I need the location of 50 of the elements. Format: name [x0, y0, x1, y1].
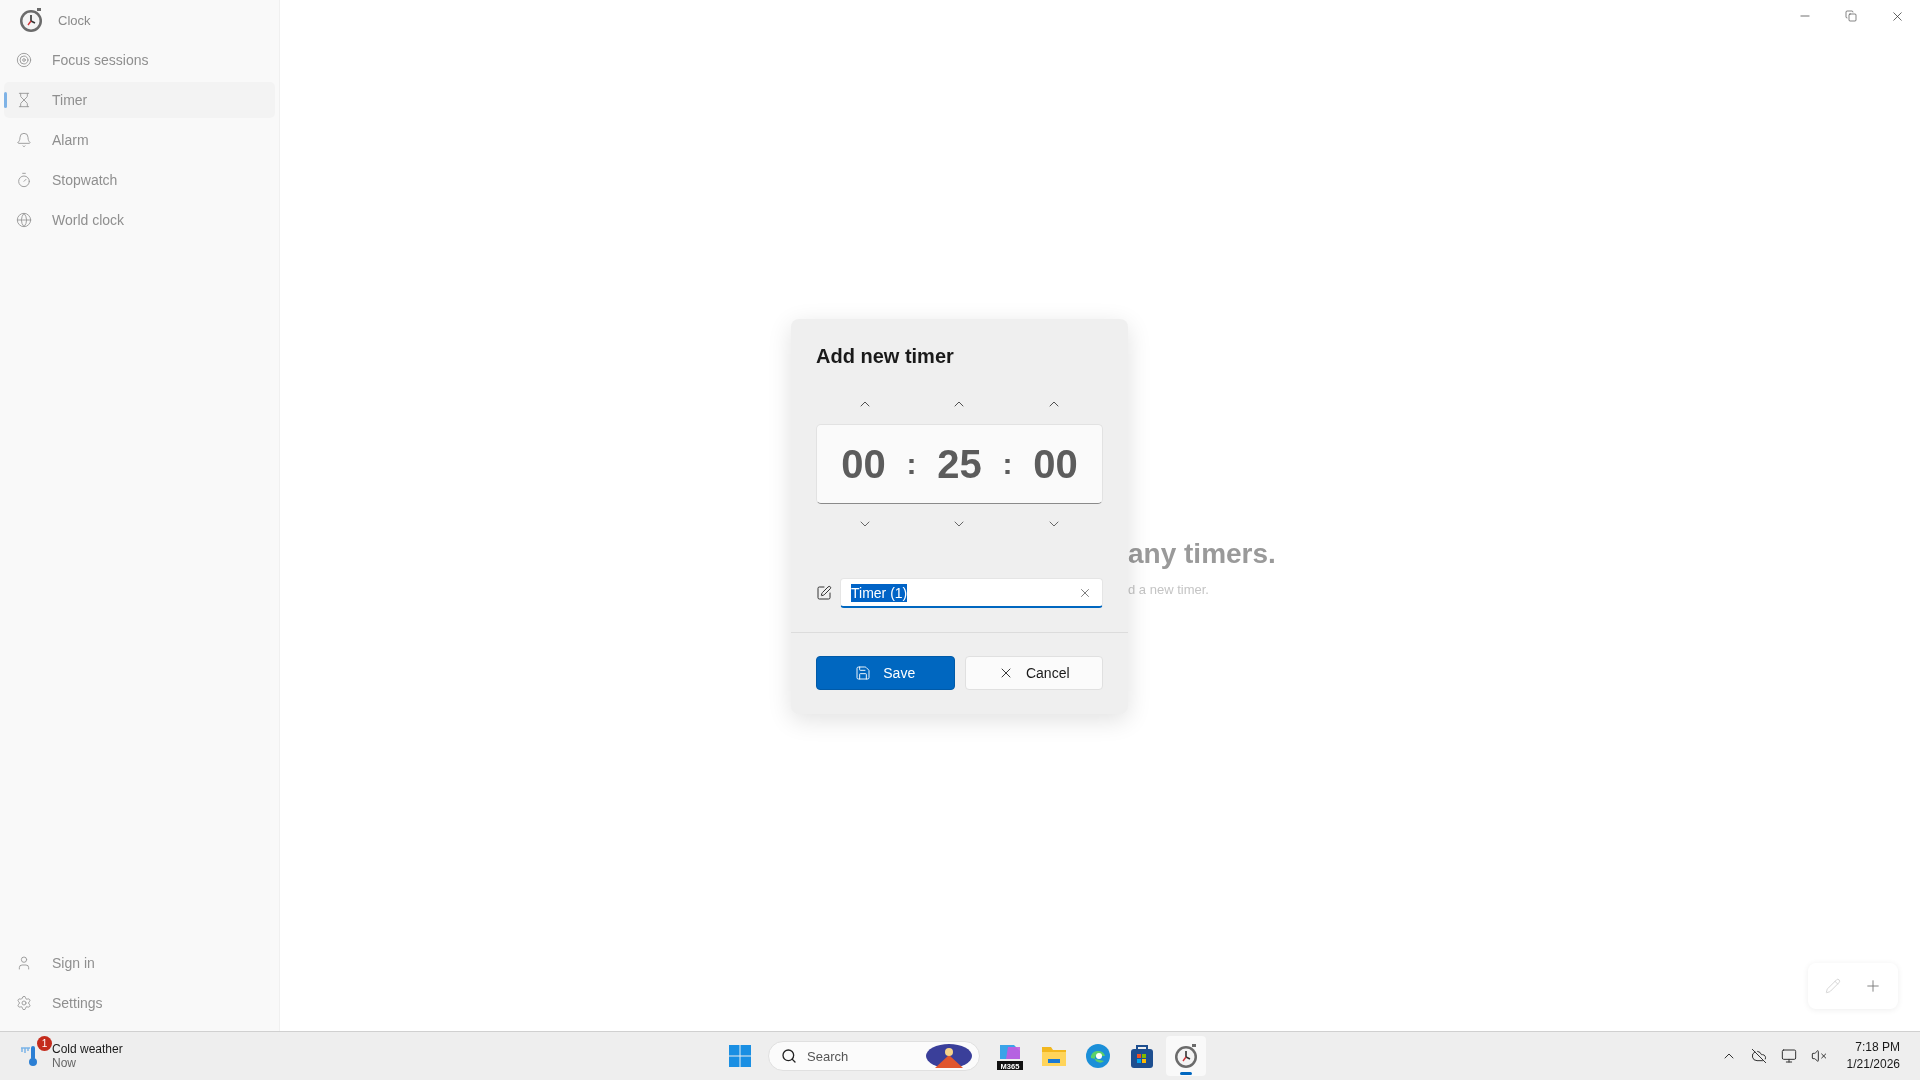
time-picker[interactable]: 00 : 25 : 00	[816, 424, 1103, 504]
nav-item[interactable]: Stopwatch	[4, 162, 275, 198]
browser-icon	[1085, 1043, 1111, 1069]
plus-icon	[1864, 977, 1882, 995]
pencil-icon	[1825, 978, 1841, 994]
bell-icon	[16, 132, 32, 148]
taskbar-date: 1/21/2026	[1846, 1056, 1900, 1073]
search-label: Search	[807, 1048, 849, 1064]
nav-item[interactable]: Alarm	[4, 122, 275, 158]
app-logo-icon	[18, 7, 44, 33]
nav-item[interactable]: Focus sessions	[4, 42, 275, 78]
cloud-off-icon[interactable]	[1750, 1048, 1767, 1064]
focus-icon	[16, 52, 32, 68]
weather-title: Cold weather	[52, 1042, 123, 1056]
dialog-title: Add new timer	[816, 345, 955, 368]
restore-icon	[1845, 10, 1857, 22]
clock-app-icon	[1173, 1043, 1199, 1069]
nav-item[interactable]: Timer	[4, 82, 275, 118]
speaker-muted-icon[interactable]	[1810, 1048, 1827, 1064]
edit-icon	[816, 585, 832, 601]
app-title: Clock	[58, 12, 91, 28]
store-icon	[1129, 1043, 1155, 1069]
folder-icon	[1041, 1045, 1067, 1067]
search-button[interactable]: Search	[768, 1041, 980, 1071]
stopwatch-icon	[16, 172, 32, 188]
cancel-button[interactable]: Cancel	[964, 656, 1103, 690]
timer-name-field[interactable]: Timer (1)	[840, 578, 1103, 608]
monitor-icon[interactable]	[1780, 1048, 1797, 1064]
taskbar-app-button[interactable]	[1166, 1036, 1206, 1076]
hourglass-icon	[16, 92, 32, 108]
empty-state-heading: any timers.	[1128, 538, 1277, 570]
save-button[interactable]: Save	[816, 656, 955, 690]
notification-badge: 1	[37, 1036, 52, 1051]
time-separator: :	[906, 447, 917, 481]
settings-icon	[16, 995, 32, 1011]
taskbar-time: 7:18 PM	[1855, 1039, 1900, 1056]
globe-icon	[16, 212, 32, 228]
weather-time: Now	[52, 1056, 77, 1070]
empty-state-hint: d a new timer.	[1128, 582, 1210, 597]
time-separator: :	[1002, 447, 1013, 481]
time-digits: 00	[840, 441, 887, 487]
nav-item[interactable]: Sign in	[4, 945, 275, 981]
illustration-icon	[925, 1043, 973, 1069]
windows-logo-icon	[728, 1044, 752, 1068]
time-digits: 25	[936, 441, 983, 487]
nav-item[interactable]: World clock	[4, 202, 275, 238]
nav-item[interactable]: Settings	[4, 985, 275, 1021]
search-icon	[781, 1048, 797, 1064]
user-icon	[16, 955, 32, 971]
time-digits: 00	[1032, 441, 1079, 487]
